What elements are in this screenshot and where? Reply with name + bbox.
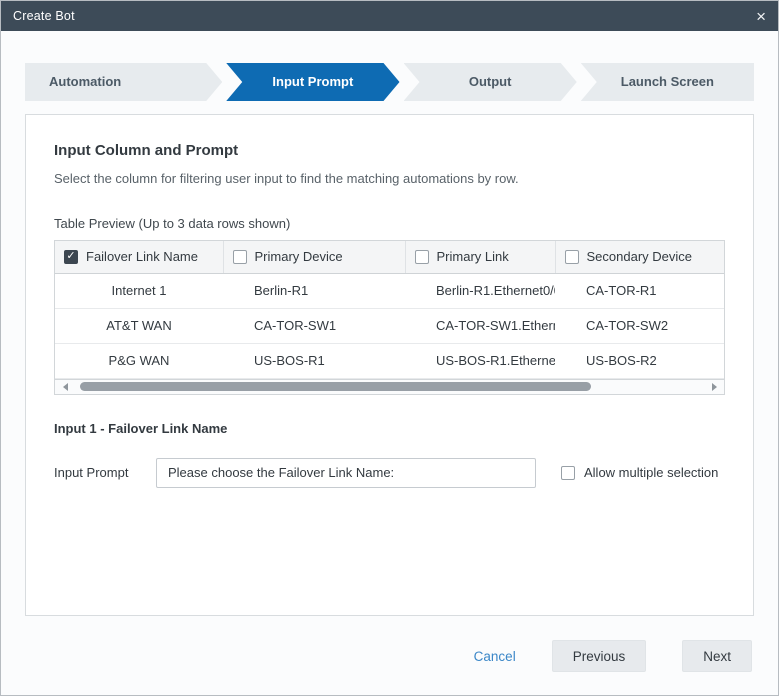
- input-prompt-field[interactable]: [156, 458, 536, 488]
- input-section-heading: Input 1 - Failover Link Name: [54, 421, 725, 436]
- input-prompt-panel: Input Column and Prompt Select the colum…: [25, 114, 754, 616]
- cell-secondary-device: CA-TOR-R1: [555, 273, 725, 308]
- cell-failover-link-name: P&G WAN: [55, 343, 223, 378]
- step-input-prompt-label: Input Prompt: [272, 74, 353, 89]
- panel-heading: Input Column and Prompt: [54, 142, 725, 159]
- previous-button[interactable]: Previous: [552, 640, 647, 672]
- cell-primary-device: US-BOS-R1: [223, 343, 405, 378]
- column-checkbox-failover-link-name[interactable]: [64, 250, 78, 264]
- dialog-footer: Cancel Previous Next: [1, 640, 778, 672]
- column-label: Secondary Device: [587, 249, 693, 264]
- cell-primary-device: Berlin-R1: [223, 273, 405, 308]
- cell-primary-link: Berlin-R1.Ethernet0/0: [405, 273, 555, 308]
- wizard-stepper: Automation Input Prompt Output Launch Sc…: [25, 63, 754, 101]
- cell-primary-link: US-BOS-R1.Ethernet0/1: [405, 343, 555, 378]
- table-row: P&G WAN US-BOS-R1 US-BOS-R1.Ethernet0/1 …: [55, 343, 725, 378]
- scrollbar-thumb[interactable]: [80, 382, 591, 391]
- next-button[interactable]: Next: [682, 640, 752, 672]
- allow-multiple-selection-label: Allow multiple selection: [584, 465, 718, 480]
- column-checkbox-secondary-device[interactable]: [565, 250, 579, 264]
- dialog-title: Create Bot: [13, 9, 75, 23]
- cell-failover-link-name: Internet 1: [55, 273, 223, 308]
- step-launch-screen[interactable]: Launch Screen: [581, 63, 754, 101]
- step-launch-screen-label: Launch Screen: [621, 74, 714, 89]
- cell-failover-link-name: AT&T WAN: [55, 308, 223, 343]
- step-output-label: Output: [469, 74, 512, 89]
- cell-primary-device: CA-TOR-SW1: [223, 308, 405, 343]
- cell-secondary-device: US-BOS-R2: [555, 343, 725, 378]
- table-row: AT&T WAN CA-TOR-SW1 CA-TOR-SW1.Ethernet1…: [55, 308, 725, 343]
- column-header-primary-device: Primary Device: [223, 241, 405, 273]
- column-checkbox-primary-link[interactable]: [415, 250, 429, 264]
- step-automation-label: Automation: [49, 74, 121, 89]
- cancel-button[interactable]: Cancel: [474, 649, 516, 664]
- column-header-secondary-device: Secondary Device: [555, 241, 725, 273]
- cell-primary-link: CA-TOR-SW1.Ethernet1/0: [405, 308, 555, 343]
- allow-multiple-selection-checkbox[interactable]: [561, 466, 575, 480]
- column-header-primary-link: Primary Link: [405, 241, 555, 273]
- step-automation[interactable]: Automation: [25, 63, 222, 101]
- table-preview-caption: Table Preview (Up to 3 data rows shown): [54, 216, 725, 231]
- table-header-row: Failover Link Name Primary Device: [55, 241, 725, 273]
- scrollbar-track[interactable]: [74, 382, 705, 391]
- panel-description: Select the column for filtering user inp…: [54, 171, 725, 186]
- step-output[interactable]: Output: [404, 63, 577, 101]
- cell-secondary-device: CA-TOR-SW2: [555, 308, 725, 343]
- table-row: Internet 1 Berlin-R1 Berlin-R1.Ethernet0…: [55, 273, 725, 308]
- create-bot-dialog: Create Bot × Automation Input Prompt Out…: [0, 0, 779, 696]
- input-prompt-label: Input Prompt: [54, 465, 156, 480]
- column-checkbox-primary-device[interactable]: [233, 250, 247, 264]
- close-icon[interactable]: ×: [756, 8, 766, 25]
- prompt-row: Input Prompt Allow multiple selection: [54, 458, 725, 488]
- column-header-failover-link-name: Failover Link Name: [55, 241, 223, 273]
- dialog-header: Create Bot ×: [1, 1, 778, 31]
- column-label: Primary Device: [255, 249, 343, 264]
- scroll-right-icon[interactable]: [708, 383, 720, 391]
- horizontal-scrollbar[interactable]: [54, 379, 725, 395]
- table-preview: Failover Link Name Primary Device: [54, 240, 725, 379]
- allow-multiple-selection: Allow multiple selection: [561, 465, 718, 480]
- column-label: Failover Link Name: [86, 249, 198, 264]
- step-input-prompt[interactable]: Input Prompt: [226, 63, 399, 101]
- scroll-left-icon[interactable]: [59, 383, 71, 391]
- column-label: Primary Link: [437, 249, 509, 264]
